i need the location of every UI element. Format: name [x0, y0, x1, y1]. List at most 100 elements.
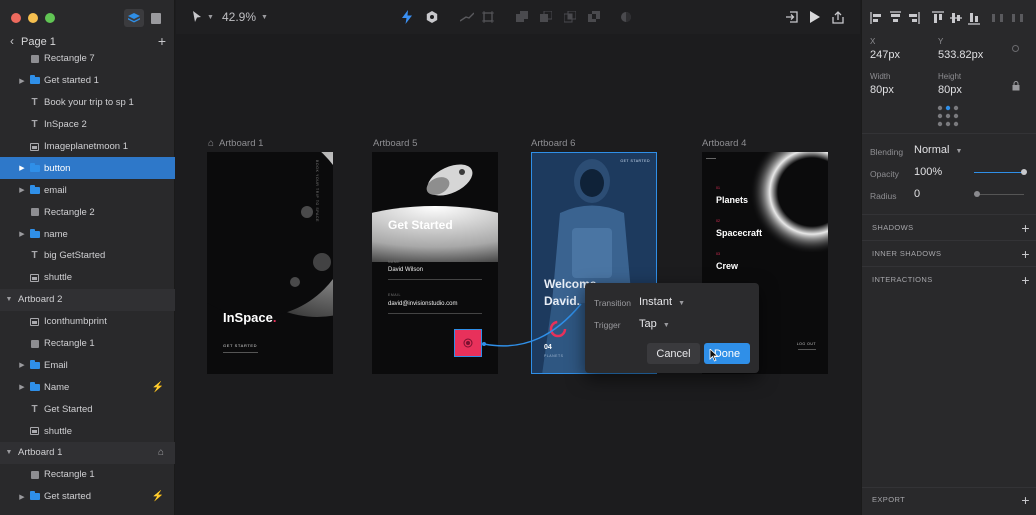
height-field[interactable]: 80px [938, 84, 962, 96]
layer-row[interactable]: ▶ Get started 1 [0, 70, 175, 92]
layer-row[interactable]: T Book your trip to sp 1 [0, 92, 175, 114]
frame-tool-button[interactable] [482, 0, 494, 34]
disclosure-collapsed-icon[interactable]: ▶ [18, 383, 26, 391]
inner-shadows-section[interactable]: INNER SHADOWS + [862, 240, 1036, 266]
union-button[interactable] [516, 0, 528, 34]
layer-row[interactable]: Iconthumbprint [0, 311, 175, 333]
artboard-group-row[interactable]: ▼ Artboard 2 [0, 288, 175, 311]
lightning-bolt-icon[interactable]: ⚡ [152, 382, 164, 393]
align-center-h-icon[interactable] [890, 11, 901, 22]
align-bottom-icon[interactable] [968, 13, 980, 25]
menu-item-label[interactable]: Spacecraft [716, 228, 762, 238]
pen-tool-button[interactable] [460, 0, 474, 34]
layer-row[interactable]: ▶ name [0, 223, 175, 245]
align-top-icon[interactable] [932, 11, 944, 23]
layer-row[interactable]: Rectangle 1 [0, 333, 175, 355]
menu-item-label[interactable]: Crew [716, 261, 738, 271]
align-middle-v-icon[interactable] [950, 13, 962, 23]
align-left-icon[interactable] [870, 12, 881, 24]
x-field[interactable]: 247px [870, 49, 900, 61]
width-field[interactable]: 80px [870, 84, 894, 96]
components-view-toggle[interactable] [146, 9, 166, 27]
rotation-icon[interactable] [1012, 45, 1019, 52]
opacity-slider-knob[interactable] [1021, 169, 1027, 175]
trigger-dropdown[interactable]: Tap ▼ [639, 318, 670, 330]
opacity-field[interactable]: 100% [914, 166, 942, 178]
radius-field[interactable]: 0 [914, 188, 920, 200]
disclosure-collapsed-icon[interactable]: ▶ [18, 164, 26, 172]
add-inner-shadow-button[interactable]: + [1021, 246, 1030, 262]
share-button[interactable] [832, 0, 844, 34]
zoom-window-button[interactable] [45, 13, 55, 23]
disclosure-collapsed-icon[interactable]: ▶ [18, 186, 26, 194]
layer-row[interactable]: ▶ Name ⚡ [0, 376, 175, 398]
add-page-button[interactable]: + [158, 33, 166, 49]
logout-link[interactable]: LOG OUT [797, 342, 816, 346]
artboard-5-label[interactable]: Artboard 5 [373, 138, 417, 149]
layer-row[interactable]: shuttle [0, 420, 175, 442]
disclosure-expanded-icon[interactable]: ▼ [5, 296, 13, 303]
add-interaction-button[interactable]: + [1021, 272, 1030, 288]
layer-row[interactable]: T Get Started [0, 398, 175, 420]
cancel-button[interactable]: Cancel [647, 343, 700, 364]
home-icon[interactable]: ⌂ [158, 447, 164, 458]
constraints-grid-icon[interactable] [937, 105, 959, 127]
layer-row[interactable]: ▶ Email [0, 354, 175, 376]
difference-button[interactable] [588, 0, 600, 34]
layer-row[interactable]: Tbig GetStarted [0, 245, 175, 267]
add-shadow-button[interactable]: + [1021, 220, 1030, 236]
artboard-4-label[interactable]: Artboard 4 [702, 138, 746, 149]
layer-row[interactable]: Rectangle 7 [0, 48, 175, 70]
component-mode-button[interactable] [426, 0, 438, 34]
intersect-button[interactable] [564, 0, 576, 34]
layer-row[interactable]: T InSpace 2 [0, 114, 175, 136]
play-preview-button[interactable] [810, 0, 820, 34]
y-field[interactable]: 533.82px [938, 49, 983, 61]
layer-row[interactable]: shuttle [0, 267, 175, 289]
disclosure-collapsed-icon[interactable]: ▶ [18, 230, 26, 238]
artboard-6-label[interactable]: Artboard 6 [531, 138, 575, 149]
menu-icon[interactable] [706, 158, 716, 159]
interactions-section[interactable]: INTERACTIONS + [862, 266, 1036, 292]
artboard-5[interactable]: Get Started NAME David Wilson EMAIL davi… [372, 152, 498, 374]
artboard-1[interactable]: InSpace. GET STARTED BOOK YOUR TRIP TO S… [207, 152, 333, 374]
blending-dropdown[interactable]: Normal ▼ [914, 144, 962, 156]
artboard-1-label[interactable]: ⌂ Artboard 1 [208, 138, 263, 149]
distribute-h-icon[interactable] [992, 14, 1003, 22]
shadows-section[interactable]: SHADOWS + [862, 214, 1036, 240]
layer-row[interactable]: ▶ Get started ⚡ [0, 486, 175, 508]
add-export-button[interactable]: + [1021, 492, 1030, 508]
layer-row[interactable]: ▶ email [0, 179, 175, 201]
radius-slider-knob[interactable] [974, 191, 980, 197]
button-hotspot[interactable] [454, 329, 482, 357]
disclosure-collapsed-icon[interactable]: ▶ [18, 77, 26, 85]
export-section[interactable]: EXPORT + [862, 487, 1036, 511]
minimize-window-button[interactable] [28, 13, 38, 23]
layers-view-toggle[interactable] [124, 9, 144, 27]
subtract-button[interactable] [540, 0, 552, 34]
present-screen-button[interactable] [786, 0, 798, 34]
distribute-v-icon[interactable] [1012, 14, 1023, 22]
layer-row[interactable]: ▶ button [0, 157, 175, 180]
transition-dropdown[interactable]: Instant ▼ [639, 296, 685, 308]
disclosure-collapsed-icon[interactable]: ▶ [18, 493, 26, 501]
disclosure-expanded-icon[interactable]: ▼ [5, 449, 13, 456]
menu-item-label[interactable]: Planets [716, 195, 748, 205]
align-right-icon[interactable] [909, 12, 920, 24]
disclosure-collapsed-icon[interactable]: ▶ [18, 361, 26, 369]
zoom-control[interactable]: 42.9% ▼ [222, 0, 268, 34]
connector-handle[interactable] [482, 342, 486, 346]
lock-icon[interactable] [1012, 81, 1020, 91]
select-tool-button[interactable]: ▼ [192, 0, 214, 34]
prototype-mode-button[interactable] [402, 0, 412, 34]
artboard-group-row[interactable]: ▼ Artboard 1 ⌂ [0, 442, 175, 464]
layer-row[interactable]: Rectangle 1 [0, 464, 175, 486]
design-canvas[interactable]: ⌂ Artboard 1 Artboard 5 Artboard 6 Artboa… [176, 34, 860, 515]
mask-button[interactable] [620, 0, 632, 34]
layer-row[interactable]: Imageplanetmoon 1 [0, 136, 175, 158]
close-window-button[interactable] [11, 13, 21, 23]
radius-slider-track[interactable] [974, 191, 1024, 197]
opacity-slider-track[interactable] [974, 169, 1027, 175]
lightning-bolt-icon[interactable]: ⚡ [152, 491, 164, 502]
layer-row[interactable]: Rectangle 2 [0, 201, 175, 223]
